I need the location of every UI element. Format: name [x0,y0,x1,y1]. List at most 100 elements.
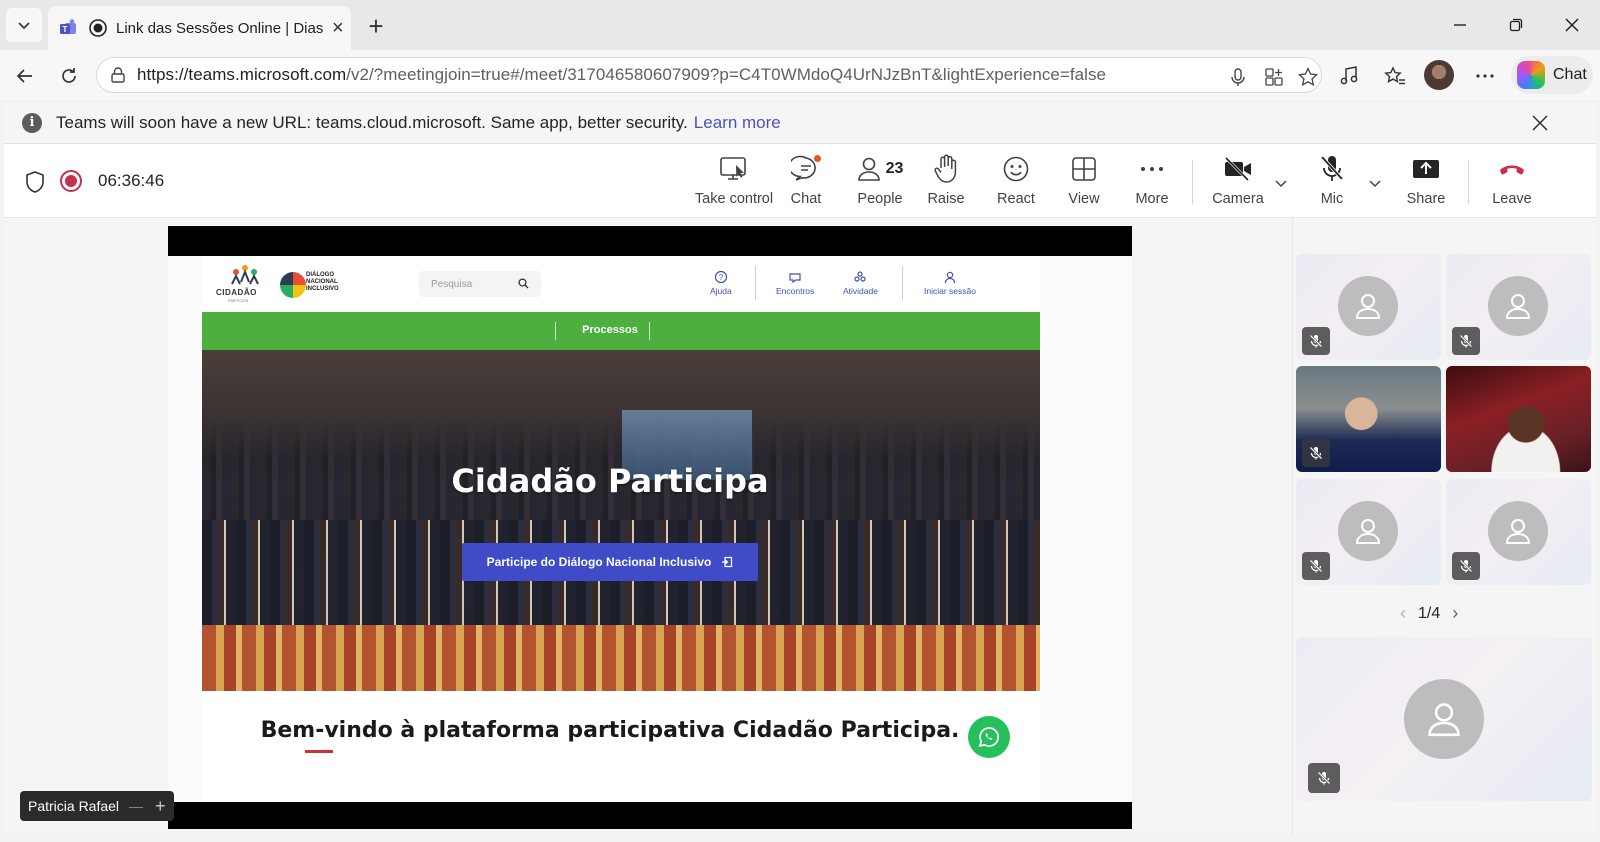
activity-icon [854,271,867,282]
site-nav-ajuda[interactable]: ? Ajuda [710,270,732,296]
participant-tile[interactable] [1296,479,1441,585]
participant-video-tile[interactable] [1296,366,1441,472]
mic-button[interactable]: Mic [1310,152,1354,212]
new-tab-button[interactable]: + [360,10,392,42]
mic-options-chevron-icon[interactable] [1366,174,1384,192]
recording-icon [60,170,82,192]
copilot-chat-button[interactable]: Chat [1511,56,1593,94]
welcome-underline [305,750,333,753]
mic-off-icon [1459,559,1473,573]
site-nav-encontros[interactable]: Encontros [776,270,814,296]
more-horizontal-icon [1141,167,1163,171]
hang-up-icon [1500,165,1524,175]
pin-icon[interactable]: + [155,796,166,817]
take-control-label: Take control [694,191,774,207]
participant-tile[interactable] [1296,254,1441,360]
person-icon [1505,519,1531,544]
participate-button[interactable]: Participe do Diálogo Nacional Inclusivo [462,543,758,581]
close-notice-icon[interactable] [1532,111,1548,137]
site-nav-label: Atividade [843,286,878,296]
chevron-right-icon[interactable]: › [1452,603,1458,624]
participant-tile[interactable] [1446,254,1591,360]
gallery-page-indicator: 1/4 [1418,604,1441,622]
site-search-input[interactable]: Pesquisa [419,271,541,297]
toolbar-divider [1468,160,1469,204]
back-button[interactable] [8,59,42,93]
close-tab-icon[interactable]: × [332,17,344,40]
take-control-button[interactable]: Take control [692,152,776,212]
participant-tile[interactable] [1446,479,1591,585]
view-button[interactable]: View [1062,152,1106,212]
url-text: https://teams.microsoft.com/v2/?meetingj… [137,65,1177,85]
minimize-icon[interactable]: — [129,798,143,814]
processos-link[interactable]: Processos [202,324,1018,336]
settings-more-button[interactable] [1472,63,1498,89]
leave-button[interactable]: Leave [1490,152,1534,212]
microphone-search-icon[interactable] [1227,66,1249,88]
restore-window-button[interactable] [1488,0,1544,50]
favorite-star-icon[interactable] [1297,66,1319,88]
url-path: /v2/?meetingjoin=true#/meet/317046580607… [346,65,1107,84]
close-window-button[interactable] [1544,0,1600,50]
hero-banner: Cidadão Participa Participe do Diálogo N… [202,350,1040,691]
info-icon: i [22,112,42,133]
camera-options-chevron-icon[interactable] [1272,174,1290,192]
participate-button-label: Participe do Diálogo Nacional Inclusivo [486,555,712,569]
mic-off-icon [1317,771,1331,785]
user-icon [944,271,956,284]
camera-button[interactable]: Camera [1210,152,1266,212]
address-bar[interactable]: https://teams.microsoft.com/v2/?meetingj… [96,57,1322,93]
mic-muted-badge [1452,327,1480,355]
people-count: 23 [885,160,904,177]
minimize-window-button[interactable] [1432,0,1488,50]
avatar [1338,501,1398,561]
chevron-left-icon[interactable]: ‹ [1400,603,1406,624]
avatar [1338,276,1398,336]
minimize-icon [1454,24,1466,26]
music-note-icon [1340,66,1358,85]
browser-tab-active[interactable]: T Link das Sessões Online | Dias × [48,6,351,50]
mic-muted-badge [1452,552,1480,580]
react-button[interactable]: React [994,152,1038,212]
meeting-toolbar: 06:36:46 Take control Chat 23 People Rai… [4,144,1596,218]
share-button[interactable]: Share [1404,152,1448,212]
hero-ceiling [202,350,1040,460]
recording-indicator-icon [89,19,107,37]
copilot-label: Chat [1553,66,1587,83]
avatar [1404,679,1484,759]
people-button[interactable]: 23 People [850,152,910,212]
hero-carpet [202,625,1040,691]
shield-icon[interactable] [24,170,46,194]
mic-off-icon [1309,334,1323,348]
share-label: Share [1406,191,1446,207]
presenter-name: Patricia Rafael [28,798,120,814]
mic-off-icon [1309,559,1323,573]
profile-avatar[interactable] [1424,60,1454,90]
raise-hand-button[interactable]: Raise [924,152,968,212]
camera-label: Camera [1212,191,1264,207]
participant-video-tile[interactable] [1446,366,1591,472]
site-nav-atividade[interactable]: Atividade [843,270,878,296]
lock-icon [111,67,125,83]
refresh-button[interactable] [52,59,86,93]
site-nav-iniciar-sessao[interactable]: Iniciar sessão [924,270,976,296]
favorites-button[interactable] [1382,63,1408,89]
app-available-icon[interactable] [1263,66,1285,88]
close-icon [1532,115,1548,131]
chat-label: Chat [790,191,822,207]
more-actions-button[interactable]: More [1130,152,1174,212]
mic-muted-badge [1302,552,1330,580]
chat-button[interactable]: Chat [784,152,828,212]
learn-more-link[interactable]: Learn more [694,113,781,133]
dialogo-nacional-logo-icon [280,272,306,298]
people-label: People [857,191,903,207]
toolbar-divider [1192,160,1193,204]
whatsapp-icon [978,727,1000,748]
site-green-nav: Processos [202,312,1040,350]
whatsapp-button[interactable] [968,716,1010,758]
media-control-button[interactable] [1336,63,1362,89]
tab-actions-menu-button[interactable] [6,8,42,42]
person-icon [1505,294,1531,319]
refresh-icon [62,68,76,83]
participant-tile-large[interactable] [1296,637,1592,801]
